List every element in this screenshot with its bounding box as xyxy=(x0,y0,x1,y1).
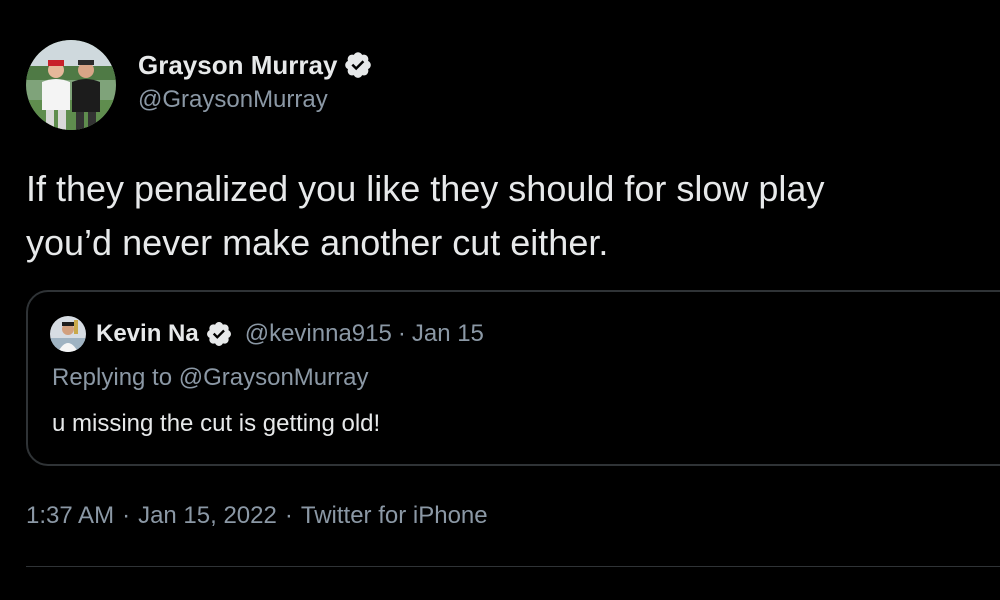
quoted-author-display-name[interactable]: Kevin Na xyxy=(96,320,199,348)
author-display-name[interactable]: Grayson Murray xyxy=(138,50,337,81)
quoted-author-handle[interactable]: @kevinna915 xyxy=(245,320,392,348)
quoted-tweet-header: Kevin Na @kevinna915 · Jan 15 xyxy=(50,314,484,354)
tweet-source[interactable]: Twitter for iPhone xyxy=(301,502,488,530)
author-name-row: Grayson Murray xyxy=(138,48,373,82)
tweet-time[interactable]: 1:37 AM xyxy=(26,502,114,530)
tweet-text-line: you’d never make another cut either. xyxy=(26,222,609,263)
tweet-text: If they penalized you like they should f… xyxy=(26,162,1000,270)
quoted-separator: · xyxy=(397,320,406,347)
verified-badge-icon xyxy=(206,322,231,346)
author-handle[interactable]: @GraysonMurray xyxy=(138,86,373,114)
tweet-text-line: If they penalized you like they should f… xyxy=(26,168,825,209)
verified-badge-icon xyxy=(345,52,372,78)
quoted-author-avatar-image xyxy=(50,316,86,352)
quoted-tweet-text: u missing the cut is getting old! xyxy=(52,410,381,437)
quoted-date[interactable]: Jan 15 xyxy=(412,320,484,348)
author-avatar[interactable] xyxy=(26,40,116,130)
tweet-meta: 1:37 AM · Jan 15, 2022 · Twitter for iPh… xyxy=(26,502,488,530)
divider xyxy=(26,566,1000,567)
tweet-date[interactable]: Jan 15, 2022 xyxy=(138,502,277,530)
quoted-tweet[interactable]: Kevin Na @kevinna915 · Jan 15 Replying t… xyxy=(26,290,1000,466)
tweet-card: Grayson Murray @GraysonMurray If they pe… xyxy=(0,0,1000,600)
meta-separator: · xyxy=(284,502,293,529)
meta-separator: · xyxy=(122,502,131,529)
author-block: Grayson Murray @GraysonMurray xyxy=(138,48,373,114)
quoted-replying-to[interactable]: Replying to @GraysonMurray xyxy=(52,364,368,392)
author-avatar-image xyxy=(26,40,116,130)
quoted-author-avatar[interactable] xyxy=(50,316,86,352)
